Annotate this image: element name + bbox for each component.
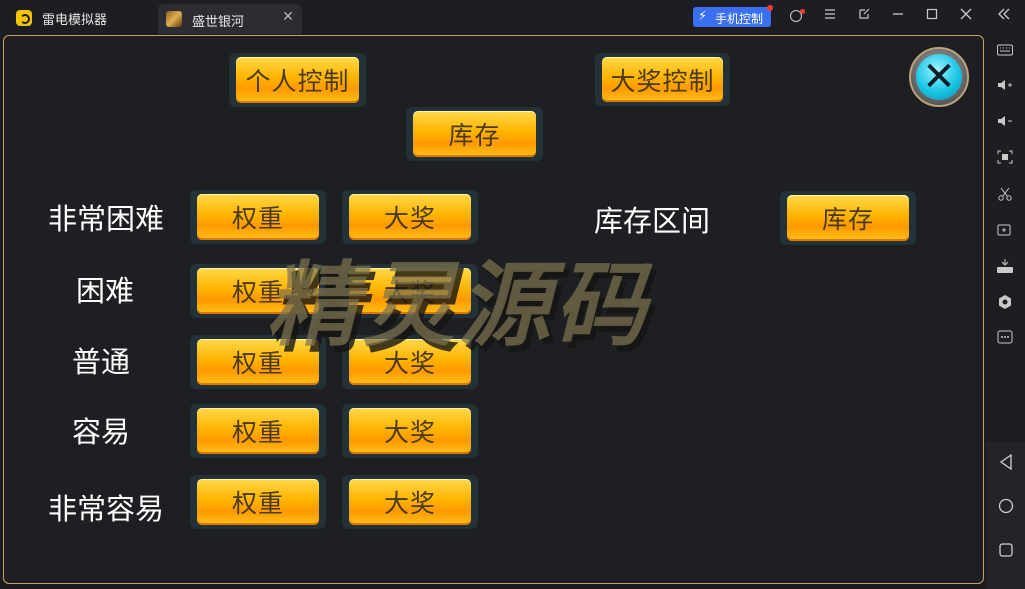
settings-icon[interactable]: [995, 294, 1015, 314]
close-x-icon: ✕: [916, 54, 962, 100]
inventory-range-button[interactable]: 库存: [780, 191, 916, 245]
jackpot-label: 大奖: [349, 268, 471, 314]
personal-control-label: 个人控制: [236, 57, 359, 103]
bolt-icon: ⚡: [698, 9, 708, 24]
hard-weight-button[interactable]: 权重: [190, 264, 326, 318]
row-label-easy: 容易: [72, 415, 131, 449]
notification-dot: [767, 5, 773, 11]
very-hard-weight-button[interactable]: 权重: [190, 190, 326, 244]
app-title: 雷电模拟器: [42, 13, 108, 28]
recent-apps-icon[interactable]: [996, 542, 1016, 562]
personal-control-button[interactable]: 个人控制: [229, 53, 366, 107]
jackpot-control-button[interactable]: 大奖控制: [595, 53, 730, 106]
phone-control-button[interactable]: ⚡ 手机控制: [693, 5, 773, 27]
android-nav-bar: [986, 442, 1025, 589]
jackpot-control-label: 大奖控制: [602, 57, 723, 102]
collapse-icon[interactable]: [994, 8, 1014, 26]
jackpot-label: 大奖: [349, 408, 471, 454]
inventory-range-button-label: 库存: [787, 195, 909, 241]
very-hard-jackpot-button[interactable]: 大奖: [342, 190, 478, 244]
jackpot-label: 大奖: [349, 194, 471, 240]
game-tab-icon: [166, 11, 182, 27]
row-label-very-hard: 非常困难: [48, 202, 165, 236]
jackpot-label: 大奖: [349, 479, 471, 525]
jackpot-label: 大奖: [349, 339, 471, 385]
more-icon[interactable]: [995, 330, 1015, 350]
inventory-button[interactable]: 库存: [406, 107, 543, 161]
row-label-normal: 普通: [72, 345, 131, 379]
back-icon[interactable]: [996, 453, 1016, 474]
easy-jackpot-button[interactable]: 大奖: [342, 404, 478, 458]
very-easy-jackpot-button[interactable]: 大奖: [342, 475, 478, 529]
popout-icon[interactable]: [854, 8, 874, 26]
home-icon[interactable]: [996, 498, 1016, 518]
normal-jackpot-button[interactable]: 大奖: [342, 335, 478, 389]
weight-label: 权重: [197, 479, 319, 525]
inventory-label: 库存: [413, 111, 536, 157]
weight-label: 权重: [197, 408, 319, 454]
apk-icon[interactable]: [995, 258, 1015, 278]
keyboard-icon[interactable]: [995, 42, 1015, 62]
tab-title: 盛世银河: [192, 15, 245, 30]
user-notification-dot: [800, 9, 805, 14]
scissors-icon[interactable]: [995, 186, 1015, 206]
app-logo-icon: [16, 10, 32, 26]
volume-down-icon[interactable]: [995, 114, 1015, 134]
screenshot-icon[interactable]: [995, 150, 1015, 170]
row-label-hard: 困难: [76, 274, 135, 308]
add-app-icon[interactable]: [995, 222, 1015, 242]
weight-label: 权重: [197, 268, 319, 314]
tab-game[interactable]: 盛世银河 ✕: [158, 4, 302, 34]
weight-label: 权重: [197, 194, 319, 240]
inventory-range-label: 库存区间: [594, 204, 711, 238]
minimize-icon[interactable]: [888, 8, 908, 26]
maximize-icon[interactable]: [922, 8, 942, 26]
easy-weight-button[interactable]: 权重: [190, 404, 326, 458]
row-label-very-easy: 非常容易: [48, 492, 165, 526]
tab-close-icon[interactable]: ✕: [280, 9, 296, 27]
weight-label: 权重: [197, 339, 319, 385]
very-easy-weight-button[interactable]: 权重: [190, 475, 326, 529]
phone-control-label: 手机控制: [715, 12, 764, 26]
close-panel-button[interactable]: ✕: [909, 47, 969, 107]
normal-weight-button[interactable]: 权重: [190, 335, 326, 389]
menu-icon[interactable]: [820, 8, 840, 26]
close-icon[interactable]: [956, 8, 976, 26]
user-icon[interactable]: [786, 8, 806, 26]
right-sidebar: [986, 34, 1025, 589]
game-screen: 个人控制 大奖控制 库存 ✕ 非常困难 权重 大奖 库存区间 库存 困难 权重 …: [3, 35, 984, 584]
volume-up-icon[interactable]: [995, 78, 1015, 98]
title-bar: 雷电模拟器 盛世银河 ✕ ⚡ 手机控制: [0, 0, 1025, 34]
hard-jackpot-button[interactable]: 大奖: [342, 264, 478, 318]
